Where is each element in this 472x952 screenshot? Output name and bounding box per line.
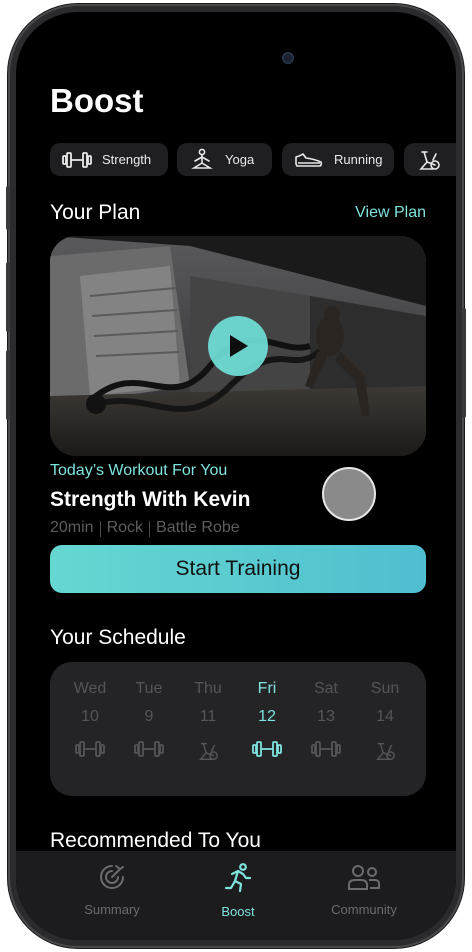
view-plan-link[interactable]: View Plan — [355, 204, 426, 222]
workout-meta: 20min Rock Battle Robe — [50, 519, 240, 537]
play-button[interactable] — [208, 316, 268, 376]
page-title: Boost — [50, 82, 144, 119]
day-number: 14 — [376, 708, 394, 725]
day-name: Thu — [194, 680, 222, 697]
schedule-day-tue[interactable]: Tue 9 — [124, 680, 174, 758]
dumbbell-icon — [62, 151, 92, 168]
day-number: 13 — [317, 708, 335, 725]
touch-indicator — [322, 467, 376, 521]
tab-boost[interactable]: Boost — [178, 863, 298, 919]
day-name: Sun — [370, 680, 400, 697]
bike-icon — [419, 150, 440, 170]
chip-label: Yoga — [225, 152, 255, 167]
day-number: 12 — [258, 708, 276, 725]
day-name: Sat — [313, 680, 338, 697]
chip-running[interactable]: Running — [282, 143, 394, 176]
volume-up-button — [6, 262, 10, 332]
chip-cycling[interactable] — [404, 143, 456, 176]
people-icon — [348, 865, 380, 890]
schedule-card: Wed 10 Tue 9 Thu 11 Fri 12 Sat 13 Sun 14 — [50, 662, 426, 796]
schedule-day-fri[interactable]: Fri 12 — [242, 680, 292, 758]
shoe-icon — [295, 152, 323, 167]
day-number: 9 — [144, 708, 154, 725]
day-name: Wed — [73, 680, 107, 697]
tab-label: Summary — [84, 902, 140, 917]
schedule-day-thu[interactable]: Thu 11 — [183, 680, 233, 762]
runner-icon — [224, 863, 252, 893]
workout-duration: 20min — [50, 519, 94, 536]
tab-label: Boost — [221, 904, 255, 919]
day-number: 11 — [199, 708, 217, 725]
chip-yoga[interactable]: Yoga — [177, 143, 272, 176]
workout-video-thumbnail[interactable] — [50, 236, 426, 456]
plan-heading: Your Plan — [50, 201, 141, 224]
schedule-day-wed[interactable]: Wed 10 — [65, 680, 115, 758]
dumbbell-icon — [311, 741, 341, 757]
tab-community[interactable]: Community — [304, 863, 424, 917]
start-training-button[interactable]: Start Training — [50, 545, 426, 593]
chip-label: Running — [334, 152, 383, 167]
category-chips: Strength Yoga Running — [50, 143, 456, 177]
workout-subtitle: Today’s Workout For You — [50, 462, 228, 479]
volume-down-button — [6, 350, 10, 420]
summary-icon — [100, 865, 124, 889]
dumbbell-icon — [134, 741, 164, 757]
screen: Boost Strength Yoga Running Your Plan Vi… — [16, 12, 456, 940]
meta-divider — [149, 521, 151, 537]
recommended-heading: Recommended To You — [50, 829, 261, 852]
bike-icon — [376, 742, 395, 760]
chip-label: Strength — [102, 152, 152, 167]
power-button — [462, 308, 466, 418]
day-name: Tue — [135, 680, 163, 697]
bike-icon — [199, 742, 218, 760]
chip-strength[interactable]: Strength — [50, 143, 168, 176]
schedule-day-sun[interactable]: Sun 14 — [360, 680, 410, 762]
play-icon — [230, 335, 248, 357]
day-number: 10 — [81, 708, 99, 725]
workout-equipment: Battle Robe — [156, 519, 240, 536]
yoga-icon — [191, 148, 213, 169]
dumbbell-icon — [75, 741, 105, 757]
action-button — [6, 186, 10, 230]
workout-name: Strength With Kevin — [50, 488, 251, 511]
meta-divider — [99, 521, 101, 537]
workout-genre: Rock — [106, 519, 144, 536]
tab-bar: Summary Boost Community — [16, 851, 456, 940]
schedule-day-sat[interactable]: Sat 13 — [301, 680, 351, 758]
front-camera — [282, 52, 294, 64]
day-name: Fri — [257, 680, 277, 697]
dumbbell-icon — [252, 741, 282, 757]
schedule-heading: Your Schedule — [50, 626, 186, 649]
tab-label: Community — [331, 902, 397, 917]
tab-summary[interactable]: Summary — [52, 863, 172, 917]
